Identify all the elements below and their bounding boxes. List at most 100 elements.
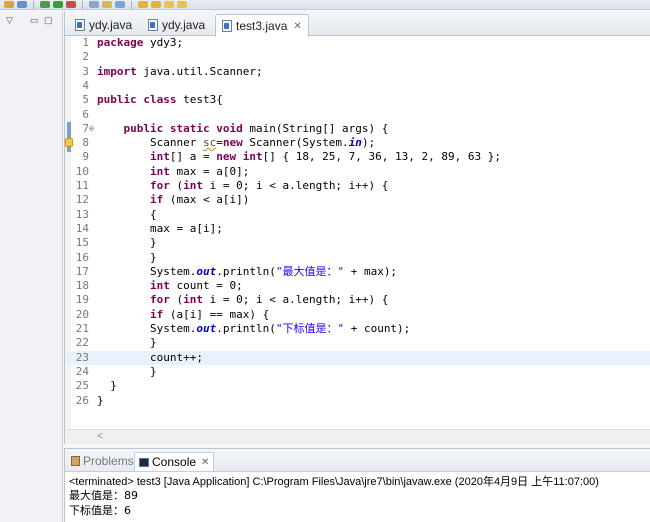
code-text: for (int i = 0; i < a.length; i++) { bbox=[149, 179, 389, 192]
code-line[interactable]: 12 if (max < a[i]) bbox=[65, 193, 650, 207]
horizontal-scrollbar[interactable]: < bbox=[65, 429, 650, 444]
view-menu-icon[interactable]: ▽ bbox=[6, 15, 13, 25]
code-line[interactable]: 14 max = a[i]; bbox=[65, 222, 650, 236]
search-icon[interactable] bbox=[115, 1, 125, 8]
run-icon[interactable] bbox=[53, 1, 63, 8]
line-number: 23 bbox=[75, 350, 89, 364]
minimize-icon[interactable]: ▭ bbox=[30, 15, 39, 25]
code-line[interactable]: 13 { bbox=[65, 208, 650, 222]
code-line[interactable]: 1 package ydy3; bbox=[65, 36, 650, 50]
console-icon bbox=[139, 457, 149, 467]
line-number: 8 bbox=[82, 136, 89, 150]
console-panel: Problems Console ✕ <terminated> test3 [J… bbox=[64, 448, 650, 522]
line-number: 13 bbox=[75, 207, 89, 221]
code-text: import java.util.Scanner; bbox=[97, 64, 263, 78]
code-text: System.out.println("下标值是：" + count); bbox=[97, 322, 411, 335]
close-icon[interactable]: ✕ bbox=[201, 457, 209, 468]
code-text: Scanner sc=new Scanner(System.in); bbox=[97, 136, 376, 150]
code-line[interactable]: 4 bbox=[65, 79, 650, 93]
line-number: 20 bbox=[75, 307, 89, 321]
line-number: 22 bbox=[75, 336, 89, 350]
code-text: } bbox=[97, 393, 104, 407]
code-line[interactable]: 10 int max = a[0]; bbox=[65, 165, 650, 179]
code-line[interactable]: 2 bbox=[65, 50, 650, 64]
warning-icon[interactable] bbox=[65, 138, 73, 148]
line-number: 3 bbox=[82, 64, 89, 78]
code-line[interactable]: 25 } bbox=[65, 379, 650, 393]
code-line[interactable]: 24 } bbox=[65, 365, 650, 379]
save-icon[interactable] bbox=[4, 1, 14, 8]
tab-ydy-java-1[interactable]: ydy.java bbox=[69, 14, 138, 36]
line-number: 25 bbox=[75, 379, 89, 393]
code-line[interactable]: 26} bbox=[65, 394, 650, 408]
code-line[interactable]: 17 System.out.println("最大值是：" + max); bbox=[65, 265, 650, 279]
line-number: 2 bbox=[82, 50, 89, 64]
code-text: package ydy3; bbox=[97, 36, 184, 49]
code-line[interactable]: 21 System.out.println("下标值是：" + count); bbox=[65, 322, 650, 336]
line-number: 1 bbox=[82, 36, 89, 49]
console-output-line: 最大值是：89 bbox=[69, 489, 138, 502]
line-number: 14 bbox=[75, 221, 89, 235]
print-icon[interactable] bbox=[17, 1, 27, 8]
code-text: if (a[i] == max) { bbox=[149, 307, 270, 321]
code-line[interactable]: 22 } bbox=[65, 336, 650, 350]
code-text: public static void main(String[] args) { bbox=[123, 121, 389, 135]
line-number: 17 bbox=[75, 264, 89, 278]
toolbar-separator bbox=[82, 0, 83, 9]
tab-label: Console bbox=[152, 455, 197, 469]
line-number: 6 bbox=[82, 107, 89, 121]
tab-console[interactable]: Console ✕ bbox=[134, 452, 215, 471]
tab-test3-java[interactable]: test3.java ✕ bbox=[215, 14, 309, 37]
code-text: } bbox=[97, 336, 157, 350]
code-line[interactable]: 23 count++; bbox=[65, 350, 650, 365]
annotation-prev-icon[interactable] bbox=[151, 1, 161, 8]
toolbar-separator bbox=[131, 0, 132, 9]
code-line[interactable]: 20 if (a[i] == max) { bbox=[65, 308, 650, 322]
line-number: 7 bbox=[82, 121, 89, 135]
line-number: 24 bbox=[75, 364, 89, 378]
java-file-icon bbox=[148, 19, 158, 31]
chevron-left-icon[interactable]: < bbox=[97, 431, 103, 442]
line-number: 19 bbox=[75, 293, 89, 307]
editor-tab-bar: ydy.java ydy.java test3.java ✕ bbox=[65, 11, 650, 37]
line-number: 5 bbox=[82, 93, 89, 107]
annotation-next-icon[interactable] bbox=[138, 1, 148, 8]
line-number: 26 bbox=[75, 393, 89, 407]
java-file-icon bbox=[222, 20, 232, 32]
code-line[interactable]: 6 bbox=[65, 108, 650, 122]
back-icon[interactable] bbox=[164, 1, 174, 8]
code-line[interactable]: 8 Scanner sc=new Scanner(System.in); bbox=[65, 136, 650, 150]
code-line[interactable]: 15 } bbox=[65, 236, 650, 250]
new-java-project-icon[interactable] bbox=[89, 1, 99, 8]
forward-icon[interactable] bbox=[177, 1, 187, 8]
code-line[interactable]: 19 for (int i = 0; i < a.length; i++) { bbox=[65, 293, 650, 307]
left-view-strip: ▽ ▭ ▢ bbox=[0, 11, 63, 522]
fold-collapse-icon[interactable]: ⊖ bbox=[89, 122, 94, 136]
code-text: int count = 0; bbox=[149, 279, 243, 293]
code-text: int max = a[0]; bbox=[149, 164, 250, 178]
close-icon[interactable]: ✕ bbox=[293, 21, 301, 32]
tab-problems[interactable]: Problems bbox=[67, 452, 138, 470]
line-number: 18 bbox=[75, 279, 89, 293]
debug-icon[interactable] bbox=[40, 1, 50, 8]
maximize-icon[interactable]: ▢ bbox=[44, 15, 53, 25]
code-line[interactable]: 7 ⊖ public static void main(String[] args… bbox=[65, 122, 650, 136]
tab-ydy-java-2[interactable]: ydy.java bbox=[142, 14, 211, 36]
code-line[interactable]: 5 public class test3{ bbox=[65, 93, 650, 107]
open-type-icon[interactable] bbox=[102, 1, 112, 8]
tab-label: ydy.java bbox=[162, 18, 206, 32]
console-output-line: 下标值是：6 bbox=[69, 504, 131, 517]
code-line[interactable]: 16 } bbox=[65, 251, 650, 265]
code-text: max = a[i]; bbox=[97, 221, 223, 235]
code-text: { bbox=[97, 207, 157, 221]
external-tools-icon[interactable] bbox=[66, 1, 76, 8]
code-editor[interactable]: 1 package ydy3; 2 3 import java.util.Scanner… bbox=[65, 36, 650, 428]
code-text: if (max < a[i]) bbox=[149, 193, 250, 207]
line-number: 9 bbox=[82, 150, 89, 164]
code-line[interactable]: 18 int count = 0; bbox=[65, 279, 650, 293]
code-text: } bbox=[97, 364, 157, 378]
tab-label: ydy.java bbox=[89, 18, 133, 32]
code-line[interactable]: 11 for (int i = 0; i < a.length; i++) { bbox=[65, 179, 650, 193]
code-line[interactable]: 3 import java.util.Scanner; bbox=[65, 65, 650, 79]
code-line[interactable]: 9 int[] a = new int[] { 18, 25, 7, 36, 1… bbox=[65, 150, 650, 164]
